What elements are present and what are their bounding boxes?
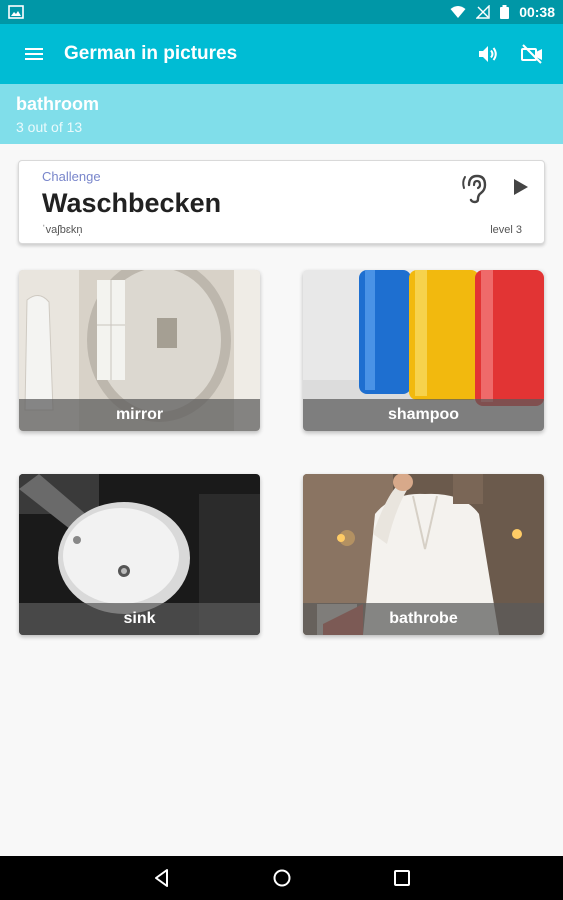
challenge-card: Challenge Waschbecken ˈvaʃbɛkn̩ level 3 [18, 160, 545, 244]
app-title: German in pictures [64, 43, 238, 64]
tile-label: mirror [19, 399, 260, 431]
listen-ear-icon[interactable] [459, 171, 493, 205]
picture-tile-mirror[interactable]: mirror [19, 270, 260, 431]
status-bar: 00:38 [0, 0, 563, 24]
status-time: 00:38 [519, 4, 555, 20]
no-signal-icon [476, 5, 490, 19]
recent-apps-icon[interactable] [390, 866, 414, 890]
no-video-icon[interactable] [520, 42, 544, 66]
play-icon[interactable] [509, 176, 531, 198]
home-icon[interactable] [270, 866, 294, 890]
picture-tile-shampoo[interactable]: shampoo [303, 270, 544, 431]
tile-label: sink [19, 603, 260, 635]
volume-icon[interactable] [476, 42, 500, 66]
app-bar: German in pictures [0, 24, 563, 84]
category-progress: 3 out of 13 [16, 119, 83, 135]
battery-icon [500, 5, 510, 19]
phonetic-transcription: ˈvaʃbɛkn̩ [42, 224, 83, 236]
menu-icon[interactable] [22, 42, 46, 66]
category-name: bathroom [16, 94, 99, 114]
challenge-label: Challenge [42, 169, 101, 184]
challenge-word: Waschbecken [42, 188, 222, 218]
image-notification-icon [8, 5, 24, 19]
tile-label: bathrobe [303, 603, 544, 635]
navigation-bar [0, 856, 563, 900]
back-icon[interactable] [150, 866, 174, 890]
picture-tile-sink[interactable]: sink [19, 474, 260, 635]
picture-tile-bathrobe[interactable]: bathrobe [303, 474, 544, 635]
tile-label: shampoo [303, 399, 544, 431]
level-label: level 3 [490, 224, 522, 236]
wifi-icon [450, 6, 466, 18]
category-banner: bathroom 3 out of 13 [0, 84, 563, 144]
